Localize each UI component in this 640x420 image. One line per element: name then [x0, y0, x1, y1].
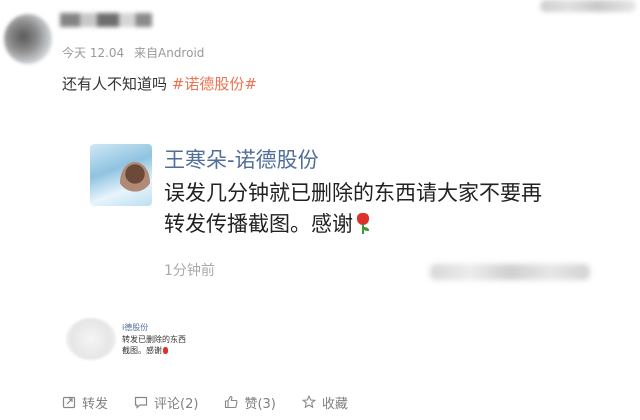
username-blurred[interactable]: [60, 13, 152, 27]
star-icon: [301, 395, 316, 409]
screenshot-body-line2: 转发传播截图。感谢: [164, 212, 353, 236]
repost-icon: [62, 396, 76, 409]
action-bar: 转发 评论(2) 赞(3) 收藏: [62, 391, 374, 413]
screenshot-blurred-area: [430, 264, 590, 280]
screenshot-avatar: [90, 144, 152, 206]
embedded-screenshot[interactable]: 王寒朵-诺德股份 误发几分钟就已删除的东西请大家不要再 转发传播截图。感谢 1分…: [90, 130, 624, 295]
post-source: 来自Android: [134, 46, 205, 60]
thumbnail-image[interactable]: i德股份 转发已删除的东西 截图。感谢: [66, 312, 196, 368]
repost-button[interactable]: 转发: [62, 393, 108, 412]
thumbnail-tulip-icon: [163, 347, 168, 354]
thumbnail-line2-text: 截图。感谢: [122, 346, 162, 355]
screenshot-body-line1: 误发几分钟就已删除的东西请大家不要再: [164, 181, 542, 205]
screenshot-time: 1分钟前: [164, 263, 215, 279]
thumbnail-line1: 转发已删除的东西: [122, 335, 186, 344]
comment-label: 评论(2): [154, 396, 199, 412]
user-avatar[interactable]: [4, 14, 52, 64]
favorite-button[interactable]: 收藏: [301, 393, 348, 412]
comment-button[interactable]: 评论(2): [134, 393, 198, 412]
post-meta: 今天 12.04 来自Android: [62, 44, 210, 61]
thumbnail-watermark-logo: [66, 318, 116, 360]
tulip-emoji-icon: [355, 213, 371, 235]
repost-label: 转发: [82, 396, 109, 412]
thumbnail-line2: 截图。感谢: [122, 345, 168, 356]
thumbnail-name: i德股份: [122, 323, 149, 332]
post-time: 今天 12.04: [62, 46, 125, 60]
thumbs-up-icon: [225, 395, 238, 409]
post-body: 还有人不知道吗: [62, 75, 168, 93]
like-button[interactable]: 赞(3): [224, 393, 276, 412]
screenshot-body: 误发几分钟就已删除的东西请大家不要再 转发传播截图。感谢: [164, 178, 624, 240]
post-text: 还有人不知道吗 #诺德股份#: [62, 73, 257, 94]
favorite-label: 收藏: [321, 396, 348, 412]
comment-icon: [134, 396, 148, 409]
topic-link[interactable]: #诺德股份#: [172, 75, 257, 93]
like-label: 赞(3): [244, 396, 276, 412]
screenshot-username: 王寒朵-诺德股份: [164, 148, 319, 172]
top-right-blurred: [540, 0, 636, 12]
